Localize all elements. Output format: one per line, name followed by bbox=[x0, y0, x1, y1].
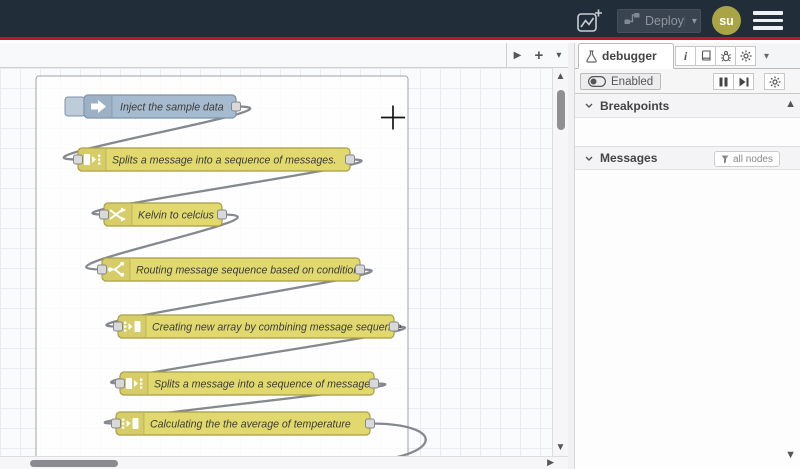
filter-label: all nodes bbox=[732, 153, 773, 165]
vertical-scrollbar-thumb[interactable] bbox=[557, 90, 565, 130]
message-filter-button[interactable]: all nodes bbox=[713, 151, 780, 167]
canvas-horizontal-scrollbar: ▶ bbox=[0, 456, 568, 469]
messages-title: Messages bbox=[600, 151, 658, 165]
output-port[interactable] bbox=[355, 264, 365, 275]
input-port[interactable] bbox=[73, 154, 83, 165]
gear-icon bbox=[769, 76, 780, 87]
sidebar-tabbar: debugger i ▾ bbox=[575, 43, 800, 69]
enabled-toggle-button[interactable]: Enabled bbox=[580, 73, 662, 90]
step-icon bbox=[739, 77, 748, 86]
output-port[interactable] bbox=[365, 418, 375, 429]
deploy-icon bbox=[624, 12, 640, 30]
debugger-controls bbox=[713, 73, 754, 90]
node-join-1[interactable]: Creating new array by combining message … bbox=[113, 314, 402, 339]
flow-tabbar-actions: ▶ + ▾ bbox=[506, 43, 568, 68]
scroll-up-arrow-icon[interactable]: ▲ bbox=[553, 71, 568, 82]
tab-debugger-label: debugger bbox=[602, 49, 657, 63]
node-label: Splits a message into a sequence of mess… bbox=[112, 154, 336, 166]
node-label: Kelvin to celcius bbox=[138, 209, 215, 221]
header-bar: Deploy ▾ su bbox=[0, 0, 800, 40]
input-port[interactable] bbox=[99, 209, 109, 220]
breakpoints-title: Breakpoints bbox=[600, 98, 670, 113]
chevron-down-icon bbox=[585, 103, 593, 108]
node-label: Routing message sequence based on condit… bbox=[136, 264, 359, 276]
node-red-app: Deploy ▾ su ▶ + ▾ Inject the sample data… bbox=[0, 0, 800, 469]
input-port[interactable] bbox=[113, 321, 123, 332]
debugger-settings-button[interactable] bbox=[764, 73, 785, 90]
settings-button[interactable] bbox=[735, 46, 756, 66]
canvas-vertical-scrollbar: ▲ ▼ bbox=[552, 68, 568, 456]
deploy-button[interactable]: Deploy ▾ bbox=[617, 9, 701, 33]
output-port[interactable] bbox=[217, 209, 227, 220]
hamburger-icon bbox=[753, 11, 783, 15]
debug-messages-button[interactable] bbox=[715, 46, 736, 66]
inject-button[interactable] bbox=[64, 96, 86, 117]
node-label: Creating new array by combining message … bbox=[152, 321, 402, 333]
gear-icon bbox=[740, 50, 751, 62]
breakpoints-content bbox=[575, 119, 800, 146]
output-port[interactable] bbox=[389, 321, 399, 332]
node-label: Calculating the the average of temperatu… bbox=[150, 418, 351, 430]
tab-debugger[interactable]: debugger bbox=[578, 43, 674, 69]
sidebar-scroll-up-icon[interactable]: ▲ bbox=[785, 98, 796, 110]
next-tab-button[interactable]: ▶ bbox=[514, 50, 522, 61]
bug-icon bbox=[720, 51, 731, 62]
flow-canvas[interactable]: Inject the sample data Splits a message … bbox=[0, 68, 568, 469]
node-join-2[interactable]: Calculating the the average of temperatu… bbox=[111, 411, 375, 436]
book-icon bbox=[701, 50, 711, 61]
deploy-menu-chevron-icon[interactable]: ▾ bbox=[683, 15, 697, 27]
chevron-down-icon bbox=[585, 156, 593, 161]
enabled-label: Enabled bbox=[611, 75, 654, 88]
node-split-1[interactable]: Splits a message into a sequence of mess… bbox=[73, 147, 355, 172]
flask-icon bbox=[586, 49, 597, 63]
pause-icon bbox=[719, 77, 728, 86]
user-avatar[interactable]: su bbox=[712, 6, 741, 35]
flow-sparkle-icon[interactable] bbox=[575, 7, 603, 35]
flow-list-button[interactable]: ▾ bbox=[556, 50, 561, 61]
input-port[interactable] bbox=[111, 418, 121, 429]
sidebar: debugger i ▾ Enabled Breakpoints Message… bbox=[575, 43, 800, 469]
flow-tabbar: ▶ + ▾ bbox=[0, 43, 568, 68]
output-port[interactable] bbox=[231, 101, 241, 112]
funnel-icon bbox=[721, 155, 729, 163]
node-split-2[interactable]: Splits a message into a sequence of mess… bbox=[115, 371, 379, 396]
node-change[interactable]: Kelvin to celcius bbox=[99, 202, 227, 227]
messages-section-header[interactable]: Messages all nodes bbox=[575, 146, 800, 170]
output-port[interactable] bbox=[369, 378, 379, 389]
scroll-down-arrow-icon[interactable]: ▼ bbox=[553, 442, 568, 453]
add-flow-button[interactable]: + bbox=[534, 48, 543, 63]
input-port[interactable] bbox=[115, 378, 125, 389]
toggle-icon bbox=[588, 76, 606, 87]
messages-content bbox=[575, 171, 800, 469]
sidebar-scroll-down-icon[interactable]: ▼ bbox=[785, 449, 796, 461]
debugger-toolbar: Enabled bbox=[575, 69, 800, 94]
node-inject[interactable]: Inject the sample data bbox=[64, 94, 241, 119]
sidebar-splitter[interactable] bbox=[568, 43, 575, 469]
main-menu-button[interactable] bbox=[753, 11, 783, 30]
output-port[interactable] bbox=[345, 154, 355, 165]
step-button[interactable] bbox=[733, 73, 754, 90]
input-port[interactable] bbox=[97, 264, 107, 275]
breakpoints-section-header[interactable]: Breakpoints bbox=[575, 94, 800, 118]
scroll-right-arrow-icon[interactable]: ▶ bbox=[547, 457, 554, 468]
help-book-button[interactable] bbox=[695, 46, 716, 66]
sidebar-menu-chevron-icon[interactable]: ▾ bbox=[764, 51, 769, 62]
node-label: Splits a message into a sequence of mess… bbox=[154, 378, 378, 390]
deploy-label: Deploy bbox=[645, 14, 684, 28]
info-button[interactable]: i bbox=[675, 46, 696, 66]
node-switch[interactable]: Routing message sequence based on condit… bbox=[97, 257, 365, 282]
node-label: Inject the sample data bbox=[120, 101, 224, 113]
sidebar-tab-actions: i ▾ bbox=[675, 46, 769, 66]
horizontal-scrollbar-thumb[interactable] bbox=[30, 460, 118, 467]
pause-button[interactable] bbox=[713, 73, 734, 90]
